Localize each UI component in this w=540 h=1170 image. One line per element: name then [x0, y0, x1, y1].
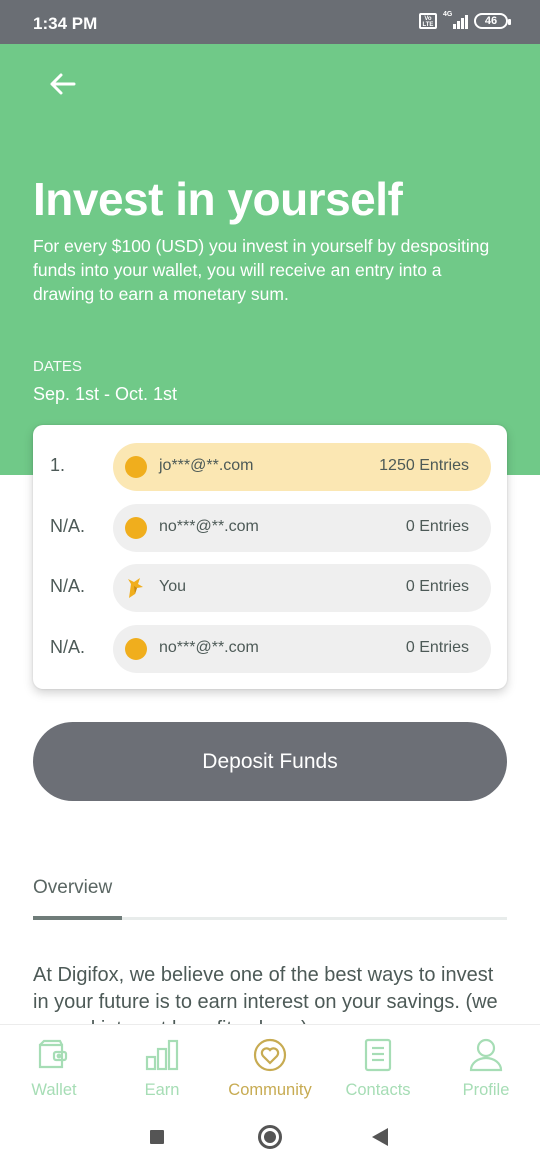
nav-label: Contacts: [345, 1081, 411, 1099]
leaderboard-name: no***@**.com: [159, 639, 259, 656]
recents-square-icon[interactable]: [150, 1130, 164, 1144]
heart-circle-icon: [253, 1038, 287, 1072]
nav-item-wallet[interactable]: Wallet: [0, 1025, 108, 1107]
nav-label: Community: [228, 1081, 312, 1099]
leaderboard-rank: N/A.: [50, 576, 86, 596]
leaderboard-rank: 1.: [50, 455, 66, 475]
leaderboard-row: N/A. no***@**.com 0 Entries: [33, 623, 507, 675]
hero-header: Invest in yourself For every $100 (USD) …: [0, 44, 540, 475]
leaderboard-entry-pill: jo***@**.com 1250 Entries: [113, 443, 491, 491]
dates-label: DATES: [33, 358, 82, 375]
nav-label: Earn: [144, 1081, 180, 1099]
leaderboard-entry-pill: You 0 Entries: [113, 564, 491, 612]
tab-indicator: [33, 916, 122, 920]
signal-icon: 4G: [443, 11, 468, 29]
page-title: Invest in yourself: [33, 173, 403, 225]
leaderboard-entries: 0 Entries: [405, 518, 469, 535]
leaderboard-name: jo***@**.com: [159, 457, 254, 474]
leaderboard-rank: N/A.: [50, 516, 86, 536]
contacts-book-icon: [364, 1038, 392, 1072]
leaderboard-name: You: [159, 578, 186, 595]
nav-item-contacts[interactable]: Contacts: [324, 1025, 432, 1107]
coin-icon: [125, 638, 147, 660]
arrow-left-icon: [50, 73, 76, 95]
leaderboard-entries: 0 Entries: [405, 578, 469, 595]
battery-icon: 46: [474, 13, 511, 29]
overview-text: At Digifox, we believe one of the best w…: [33, 964, 498, 1024]
tab-overview[interactable]: Overview: [33, 877, 112, 899]
page-description: For every $100 (USD) you invest in yours…: [33, 236, 490, 304]
volte-icon: Vo LTE: [419, 13, 437, 29]
nav-label: Wallet: [31, 1081, 77, 1099]
leaderboard-rank: N/A.: [50, 637, 86, 657]
leaderboard-entries: 1250 Entries: [379, 457, 469, 474]
back-button[interactable]: [40, 64, 84, 104]
leaderboard-row: N/A. You 0 Entries: [33, 562, 507, 614]
wallet-icon: [38, 1039, 68, 1069]
leaderboard-name: no***@**.com: [159, 518, 259, 535]
status-icons: Vo LTE 4G 46: [419, 11, 511, 29]
fox-icon: [128, 578, 143, 598]
leaderboard-row: N/A. no***@**.com 0 Entries: [33, 502, 507, 554]
system-nav-bar: [0, 1106, 540, 1170]
nav-label: Profile: [462, 1081, 510, 1099]
leaderboard-row: 1. jo***@**.com 1250 Entries: [33, 441, 507, 493]
nav-item-earn[interactable]: Earn: [108, 1025, 216, 1107]
person-icon: [469, 1038, 503, 1072]
network-type: 4G: [443, 11, 453, 18]
nav-item-community[interactable]: Community: [216, 1025, 324, 1107]
leaderboard-entries: 0 Entries: [405, 639, 469, 656]
bottom-nav: Wallet Earn Community Contacts Profile: [0, 1024, 540, 1106]
leaderboard-entry-pill: no***@**.com 0 Entries: [113, 625, 491, 673]
status-bar: 1:34 PM Vo LTE 4G 46: [0, 0, 540, 44]
nav-item-profile[interactable]: Profile: [432, 1025, 540, 1107]
home-circle-icon[interactable]: [258, 1125, 282, 1149]
status-time: 1:34 PM: [33, 14, 98, 33]
back-triangle-icon[interactable]: [372, 1128, 388, 1146]
dates-value: Sep. 1st - Oct. 1st: [33, 384, 178, 404]
leaderboard-card: 1. jo***@**.com 1250 Entries N/A. no***@…: [33, 425, 507, 689]
leaderboard-entry-pill: no***@**.com 0 Entries: [113, 504, 491, 552]
bar-chart-icon: [145, 1039, 179, 1071]
coin-icon: [125, 456, 147, 478]
deposit-funds-button[interactable]: Deposit Funds: [33, 722, 507, 801]
coin-icon: [125, 517, 147, 539]
